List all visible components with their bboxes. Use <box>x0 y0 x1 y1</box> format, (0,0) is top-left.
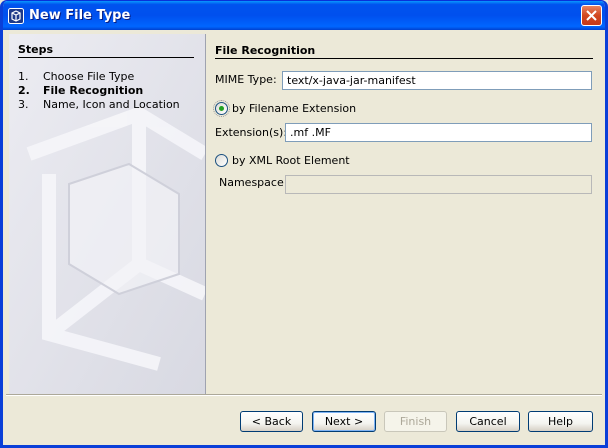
step-number: 2. <box>18 84 30 97</box>
step-number: 1. <box>18 70 29 83</box>
radio-selected-icon[interactable] <box>213 100 230 117</box>
help-button[interactable]: Help <box>528 411 593 432</box>
content-divider <box>215 58 593 59</box>
step-choose-file-type: 1. Choose File Type <box>18 70 134 83</box>
radio-filename-extension-label: by Filename Extension <box>232 102 357 115</box>
step-label: Name, Icon and Location <box>43 98 180 111</box>
step-number: 3. <box>18 98 29 111</box>
dialog-window: New File Type Steps 1. Choose File Type … <box>0 0 608 448</box>
radio-unselected-icon[interactable] <box>215 154 228 167</box>
cancel-button[interactable]: Cancel <box>456 411 520 432</box>
window-title: New File Type <box>29 8 131 23</box>
steps-panel: Steps 1. Choose File Type 2. File Recognit… <box>9 34 206 394</box>
close-button[interactable] <box>581 5 602 26</box>
steps-divider <box>18 57 194 58</box>
steps-title: Steps <box>18 43 54 56</box>
step-name-icon-location: 3. Name, Icon and Location <box>18 98 180 111</box>
close-icon <box>586 10 597 21</box>
radio-xml-root-element-label: by XML Root Element <box>232 154 350 167</box>
title-bar[interactable]: New File Type <box>3 1 605 30</box>
step-label: File Recognition <box>43 84 144 97</box>
namespace-input[interactable] <box>285 175 592 194</box>
step-file-recognition: 2. File Recognition <box>18 84 143 97</box>
radio-xml-root-element[interactable]: by XML Root Element <box>215 154 350 167</box>
finish-button[interactable]: Finish <box>384 411 447 432</box>
next-button[interactable]: Next > <box>312 411 376 432</box>
radio-filename-extension[interactable]: by Filename Extension <box>213 100 357 117</box>
app-icon <box>8 8 24 24</box>
extensions-input[interactable]: .mf .MF <box>285 123 592 142</box>
bottom-separator-highlight <box>6 395 602 396</box>
step-label: Choose File Type <box>43 70 135 83</box>
mime-type-input[interactable]: text/x-java-jar-manifest <box>282 71 592 90</box>
extensions-label: Extension(s): <box>215 126 288 139</box>
namespace-label: Namespace: <box>219 176 288 189</box>
content-title: File Recognition <box>215 44 316 57</box>
mime-type-label: MIME Type: <box>215 73 277 86</box>
back-button[interactable]: < Back <box>240 411 303 432</box>
